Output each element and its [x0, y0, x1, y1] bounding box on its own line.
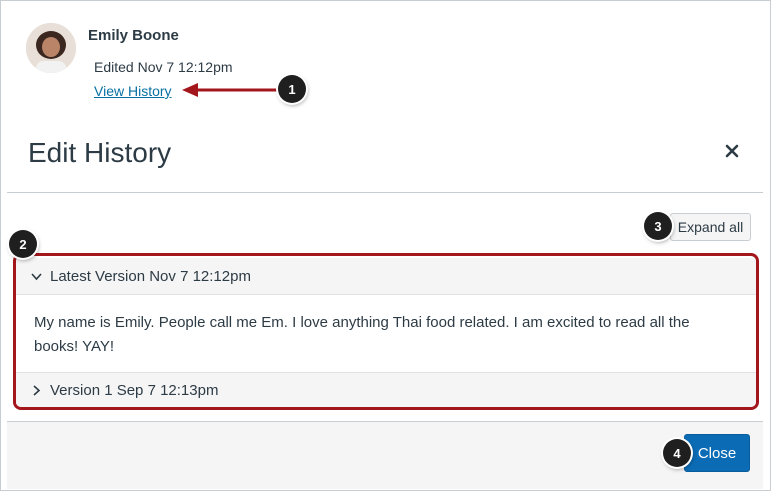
- author-name: Emily Boone: [88, 27, 179, 44]
- edited-timestamp: Edited Nov 7 12:12pm: [94, 59, 233, 75]
- callout-arrow: [182, 83, 278, 97]
- chevron-right-icon: [30, 384, 43, 397]
- callout-1: 1: [278, 75, 306, 103]
- header-divider: [7, 192, 763, 193]
- view-history-link[interactable]: View History: [94, 83, 172, 99]
- version-label: Latest Version Nov 7 12:12pm: [50, 267, 251, 285]
- version-list: Latest Version Nov 7 12:12pm My name is …: [13, 253, 759, 410]
- avatar: [26, 23, 76, 73]
- version-label: Version 1 Sep 7 12:13pm: [50, 382, 219, 399]
- close-button[interactable]: Close: [684, 434, 750, 472]
- chevron-down-icon: [30, 270, 43, 283]
- callout-4: 4: [663, 439, 691, 467]
- version-toggle-1[interactable]: Version 1 Sep 7 12:13pm: [16, 372, 756, 407]
- callout-2: 2: [9, 230, 37, 258]
- modal-title: Edit History: [28, 137, 172, 168]
- close-icon[interactable]: [722, 141, 742, 161]
- version-toggle-latest[interactable]: Latest Version Nov 7 12:12pm: [16, 258, 756, 295]
- callout-3: 3: [644, 212, 672, 240]
- modal-footer: [7, 421, 763, 489]
- expand-all-button[interactable]: Expand all: [670, 213, 751, 241]
- version-content: My name is Emily. People call me Em. I l…: [34, 314, 690, 355]
